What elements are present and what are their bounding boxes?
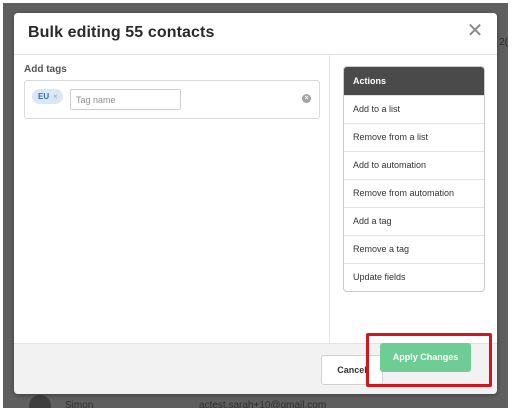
close-icon[interactable]: ✕	[465, 21, 485, 41]
screenshot-frame: t 2( Simon actest.sarah+10@gmail.com Bul…	[0, 0, 514, 412]
action-add-to-automation[interactable]: Add to automation	[344, 151, 484, 179]
tag-chip-label: EU	[38, 92, 50, 101]
add-tags-pane: Add tags EU× ×	[14, 55, 330, 343]
tag-input-container[interactable]: EU× ×	[24, 80, 320, 119]
modal-header: Bulk editing 55 contacts ✕	[14, 13, 497, 55]
apply-changes-button[interactable]: Apply Changes	[380, 343, 471, 372]
action-add-tag[interactable]: Add a tag	[344, 207, 484, 235]
background-contact-email: actest.sarah+10@gmail.com	[199, 400, 327, 408]
action-remove-from-list[interactable]: Remove from a list	[344, 123, 484, 151]
add-tags-label: Add tags	[24, 64, 67, 75]
clear-icon[interactable]: ×	[302, 94, 311, 103]
remove-tag-icon[interactable]: ×	[53, 92, 58, 101]
modal-title: Bulk editing 55 contacts	[28, 24, 215, 41]
tag-chip: EU ×	[32, 89, 63, 104]
actions-pane: Actions Add to a list Remove from a list…	[330, 55, 497, 343]
background-contact-row: Simon actest.sarah+10@gmail.com	[3, 394, 508, 408]
actions-header: Actions	[344, 67, 484, 95]
action-remove-tag[interactable]: Remove a tag	[344, 235, 484, 263]
background-contact-name: Simon	[65, 400, 94, 408]
action-update-fields[interactable]: Update fields	[344, 263, 484, 291]
tag-name-input[interactable]	[70, 89, 181, 110]
action-add-to-list[interactable]: Add to a list	[344, 95, 484, 123]
avatar	[29, 395, 51, 408]
action-remove-from-automation[interactable]: Remove from automation	[344, 179, 484, 207]
actions-menu: Actions Add to a list Remove from a list…	[343, 66, 485, 292]
